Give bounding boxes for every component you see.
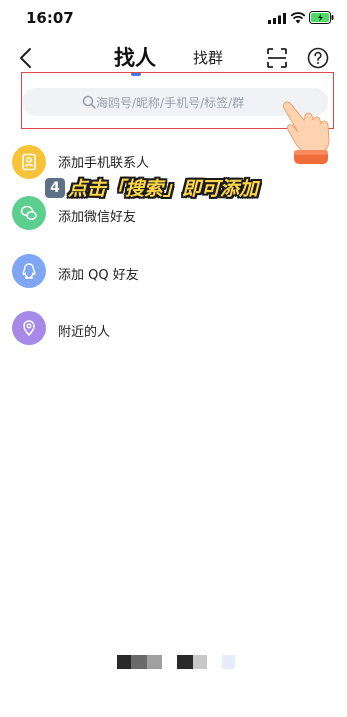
list-item-add-wechat[interactable]: 添加微信好友 (0, 196, 347, 236)
wechat-avatar (12, 196, 46, 230)
wifi-icon (290, 12, 306, 24)
back-arrow-icon[interactable] (18, 47, 34, 69)
status-bar: 16:07 (0, 0, 347, 36)
watermark-block (222, 655, 235, 669)
search-placeholder: 海鸥号/昵称/手机号/标签/群 (96, 96, 245, 110)
qq-icon (22, 263, 36, 279)
list-item-label: 添加微信好友 (58, 210, 137, 225)
watermark-block (131, 655, 147, 669)
step-number-badge: 4 (45, 178, 65, 198)
qq-avatar (12, 254, 46, 288)
signal-icon (268, 13, 286, 24)
battery-icon (309, 11, 334, 24)
watermark-block (147, 655, 162, 669)
wechat-icon (20, 205, 37, 220)
location-avatar (12, 311, 46, 345)
status-time: 16:07 (26, 9, 74, 27)
tutorial-caption: 点击「搜索」即可添加 (68, 178, 259, 200)
watermark-block (177, 655, 193, 669)
watermark-block (193, 655, 207, 669)
list-item-nearby-people[interactable]: 附近的人 (0, 311, 347, 351)
list-item-label: 添加 QQ 好友 (58, 268, 139, 283)
location-icon (23, 320, 35, 337)
tab-find-group[interactable]: 找群 (193, 47, 223, 68)
contacts-icon (22, 153, 36, 171)
scan-icon[interactable] (266, 47, 288, 69)
watermark-block (117, 655, 131, 669)
list-item-add-qq[interactable]: 添加 QQ 好友 (0, 252, 347, 292)
contacts-avatar (12, 145, 46, 179)
list-item-label: 附近的人 (58, 325, 111, 340)
help-icon[interactable] (307, 47, 329, 69)
list-item-label: 添加手机联系人 (58, 156, 150, 171)
tab-find-people[interactable]: 找人 (114, 42, 156, 72)
search-icon (82, 95, 96, 109)
